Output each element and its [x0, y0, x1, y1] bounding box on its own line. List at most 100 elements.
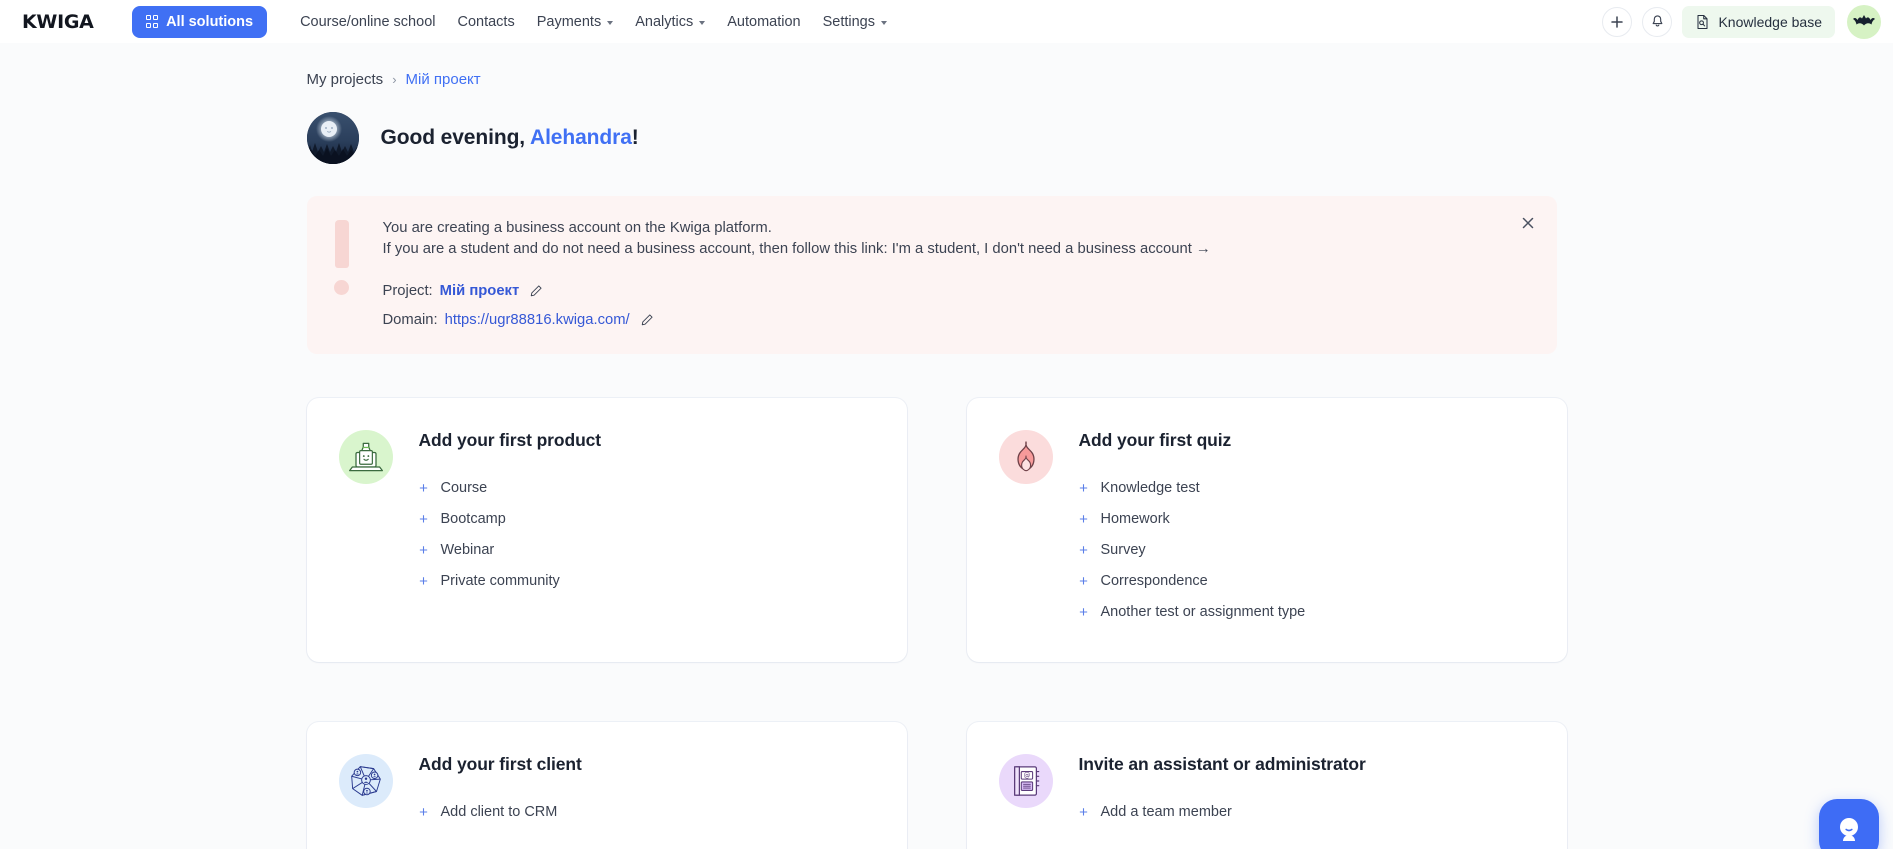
- card-add-first-product: Add your first product + Course + Bootcamp…: [306, 397, 907, 662]
- edit-project-button[interactable]: [529, 284, 543, 298]
- list-item[interactable]: + Course: [419, 473, 875, 504]
- breadcrumb-current[interactable]: Мій проект: [406, 71, 481, 88]
- content-container: My projects › Мій проект Good evening, A…: [306, 43, 1587, 849]
- greeting-suffix: !: [631, 126, 639, 149]
- all-solutions-button[interactable]: All solutions: [131, 5, 268, 38]
- breadcrumb: My projects › Мій проект: [307, 43, 1587, 88]
- list-item-label: Survey: [1100, 542, 1146, 559]
- all-solutions-label: All solutions: [166, 13, 254, 30]
- bell-icon: [1652, 15, 1663, 27]
- exclamation-icon: [334, 220, 349, 295]
- list-item[interactable]: + Webinar: [419, 535, 875, 566]
- list-item[interactable]: + Homework: [1079, 504, 1535, 535]
- card-add-first-client: Add your first client + Add client to CRM: [306, 721, 907, 849]
- navbar-actions: Knowledge base: [1602, 4, 1885, 39]
- page-title: Good evening, Alehandra!: [381, 126, 639, 150]
- list-item[interactable]: + Correspondence: [1079, 566, 1535, 597]
- people-network-icon: [338, 753, 393, 808]
- banner-domain-row: Domain: https://ugr88816.kwiga.com/: [383, 312, 1507, 328]
- plus-icon: +: [419, 479, 428, 497]
- plus-icon: +: [419, 510, 428, 528]
- pencil-icon: [531, 285, 542, 297]
- card-action-list: + Add a team member: [1079, 797, 1535, 828]
- night-moon-avatar-icon: [306, 112, 359, 164]
- list-item[interactable]: + Bootcamp: [419, 504, 875, 535]
- list-item-label: Knowledge test: [1100, 480, 1200, 497]
- student-link[interactable]: I'm a student, I don't need a business a…: [892, 241, 1211, 257]
- banner-project-row: Project: Мій проект: [383, 283, 1507, 299]
- plus-icon: +: [1079, 541, 1088, 559]
- domain-value[interactable]: https://ugr88816.kwiga.com/: [445, 312, 630, 328]
- list-item[interactable]: + Survey: [1079, 535, 1535, 566]
- bat-avatar-icon: [1853, 14, 1875, 25]
- user-avatar-button[interactable]: [1847, 4, 1881, 39]
- svg-text:@: @: [1023, 772, 1030, 780]
- list-item[interactable]: + Knowledge test: [1079, 473, 1535, 504]
- avatar[interactable]: [306, 112, 359, 164]
- list-item[interactable]: + Add a team member: [1079, 797, 1535, 828]
- chevron-down-icon: [881, 20, 887, 25]
- business-account-banner: You are creating a business account on t…: [306, 196, 1557, 354]
- chevron-down-icon: [607, 20, 614, 25]
- nav-item-settings[interactable]: Settings: [812, 6, 898, 38]
- nav-item-course-online-school[interactable]: Course/online school: [289, 6, 446, 38]
- list-item-label: Webinar: [440, 542, 495, 559]
- list-item-label: Another test or assignment type: [1100, 604, 1306, 621]
- chevron-down-icon: [699, 20, 706, 25]
- breadcrumb-separator: ›: [392, 72, 397, 87]
- add-button[interactable]: [1602, 6, 1633, 37]
- card-invite-assistant-or-administrator: @ Invite an assistant or administrator +…: [966, 721, 1567, 849]
- card-title: Invite an assistant or administrator: [1078, 753, 1366, 774]
- list-item-label: Private community: [440, 573, 560, 590]
- greeting-prefix: Good evening,: [380, 126, 530, 149]
- banner-line-2-prefix: If you are a student and do not need a b…: [382, 241, 892, 258]
- card-title: Add your first client: [418, 753, 582, 774]
- card-title: Add your first product: [418, 429, 602, 450]
- list-item[interactable]: + Private community: [419, 566, 875, 597]
- close-banner-button[interactable]: [1517, 212, 1539, 234]
- nav-label: Course/online school: [300, 13, 436, 30]
- card-title: Add your first quiz: [1078, 429, 1232, 450]
- page-content: My projects › Мій проект Good evening, A…: [0, 43, 1893, 849]
- card-body: Add your first client + Add client to CRM: [419, 752, 875, 836]
- plus-icon: +: [1079, 510, 1088, 528]
- nav-item-automation[interactable]: Automation: [716, 6, 811, 38]
- notifications-button[interactable]: [1642, 6, 1673, 37]
- nav-item-payments[interactable]: Payments: [526, 6, 624, 38]
- plus-icon: +: [1079, 603, 1088, 621]
- card-body: Add your first product + Course + Bootcamp…: [419, 428, 875, 628]
- plus-icon: +: [419, 803, 428, 821]
- edit-domain-button[interactable]: [640, 313, 654, 327]
- card-body: Invite an assistant or administrator + Ad…: [1079, 752, 1535, 836]
- nav-label: Settings: [822, 13, 875, 30]
- list-item-label: Add client to CRM: [440, 804, 558, 821]
- list-item[interactable]: + Add client to CRM: [419, 797, 875, 828]
- plus-icon: [1611, 15, 1624, 28]
- card-add-first-quiz: Add your first quiz + Knowledge test + Hom…: [966, 397, 1567, 662]
- banner-line-1: You are creating a business account on t…: [382, 220, 772, 236]
- pencil-icon: [641, 314, 653, 326]
- brand-logo[interactable]: KWIGA: [22, 11, 94, 33]
- plus-icon: +: [419, 541, 428, 559]
- support-chat-button[interactable]: [1819, 799, 1879, 849]
- project-value[interactable]: Мій проект: [440, 283, 520, 299]
- nav-label: Analytics: [635, 13, 694, 30]
- list-item-label: Correspondence: [1100, 573, 1208, 590]
- grid-icon: [145, 15, 159, 28]
- list-item[interactable]: + Another test or assignment type: [1079, 597, 1535, 628]
- nav-item-contacts[interactable]: Contacts: [446, 6, 525, 38]
- nav-label: Payments: [536, 13, 602, 30]
- breadcrumb-root[interactable]: My projects: [307, 71, 384, 88]
- plus-icon: +: [419, 572, 428, 590]
- card-action-list: + Knowledge test + Homework + Survey + Corre…: [1079, 473, 1535, 628]
- greeting-row: Good evening, Alehandra!: [306, 112, 1587, 164]
- project-label: Project:: [382, 282, 433, 299]
- domain-label: Domain:: [382, 311, 438, 328]
- nav-label: Automation: [727, 13, 801, 30]
- nav-item-analytics[interactable]: Analytics: [624, 6, 716, 38]
- list-item-label: Add a team member: [1100, 804, 1232, 821]
- greeting-user-name: Alehandra: [530, 126, 632, 149]
- document-search-icon: [1697, 14, 1708, 29]
- card-action-list: + Add client to CRM: [419, 797, 875, 828]
- knowledge-base-button[interactable]: Knowledge base: [1682, 5, 1835, 38]
